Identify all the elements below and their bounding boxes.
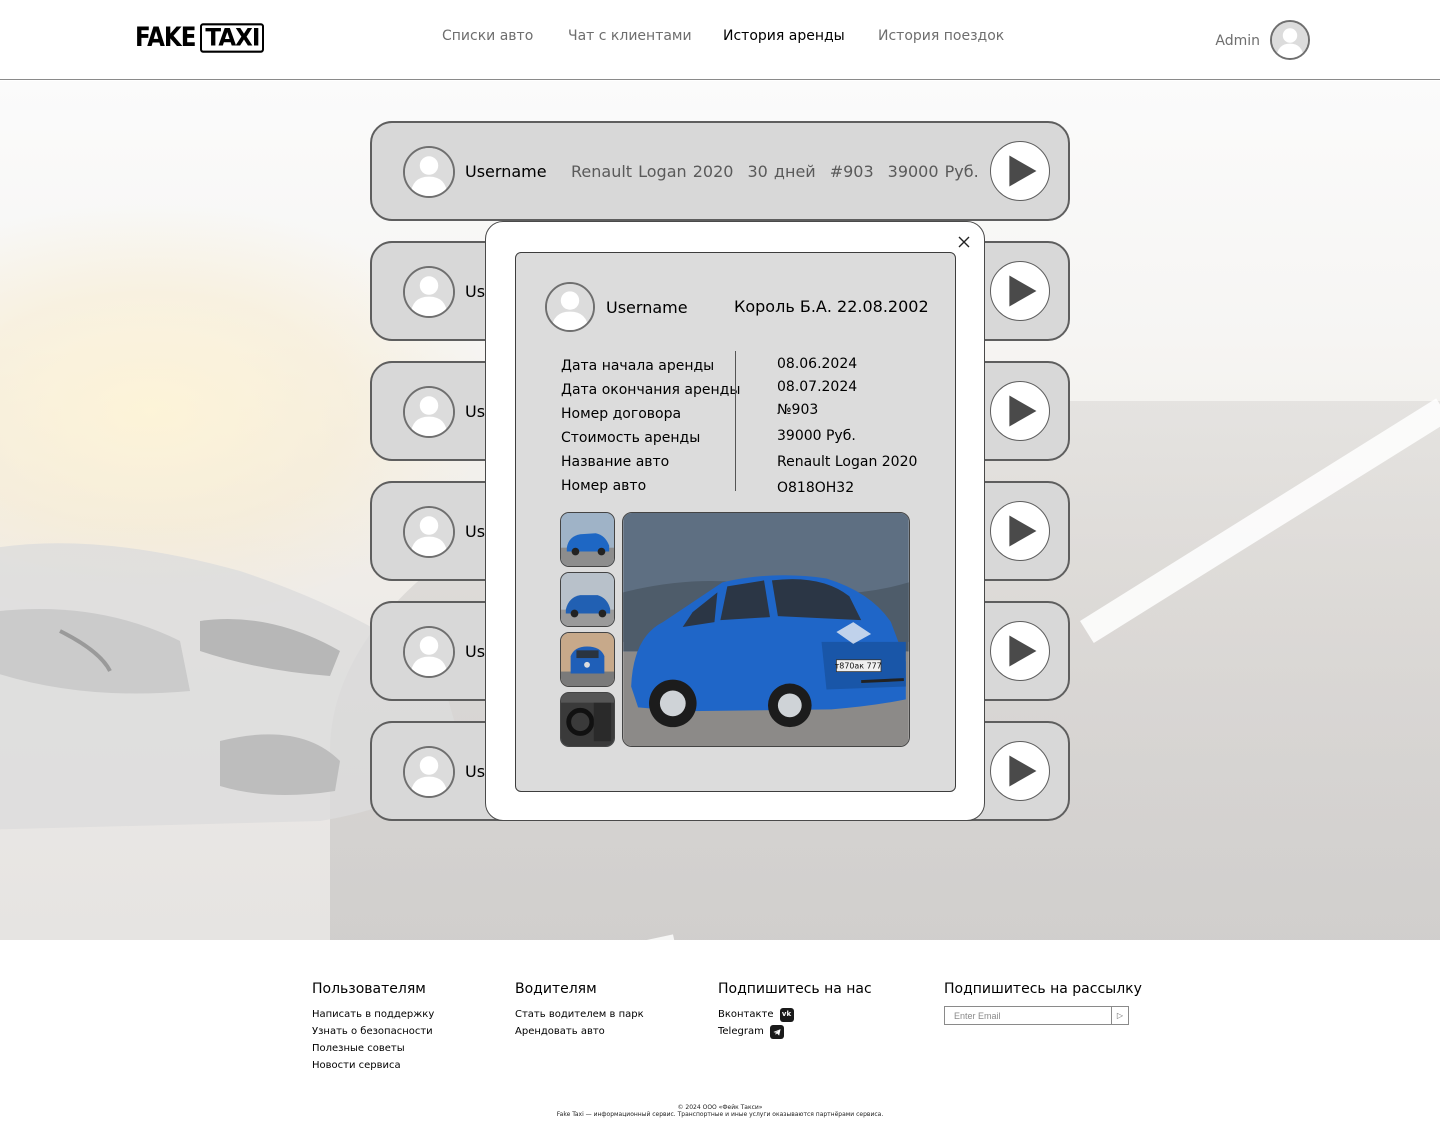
- footer-follow-title: Подпишитесь на нас: [718, 981, 872, 997]
- footer-newsletter-title: Подпишитесь на рассылку: [944, 981, 1142, 997]
- site-header: FAKE TAXI Списки авто Чат с клиентами Ис…: [0, 0, 1440, 80]
- value-rental-cost: 39000 Руб.: [777, 428, 856, 444]
- client-avatar-icon: [403, 146, 455, 198]
- nav-rental-history[interactable]: История аренды: [723, 28, 845, 44]
- row-duration: 30 дней: [747, 162, 816, 181]
- label-start-date: Дата начала аренды: [561, 358, 715, 374]
- details-labels: Дата начала аренды Дата окончания аренды…: [561, 354, 741, 498]
- label-contract-number: Номер договора: [561, 406, 682, 422]
- open-details-button[interactable]: [990, 381, 1050, 441]
- telegram-icon: [769, 1024, 784, 1039]
- footer-copyright: © 2024 ООО «Фейк Такси» Fake Taxi — инфо…: [0, 1104, 1440, 1118]
- car-thumbnail[interactable]: [560, 692, 615, 747]
- client-avatar-icon: [545, 282, 595, 332]
- row-summary: Renault Logan 2020 30 дней #903 39000 Руб.: [571, 162, 993, 181]
- site-footer: Пользователям Написать в поддержку Узнат…: [0, 940, 1440, 1131]
- details-values: 08.06.2024 08.07.2024 №903 39000 Руб. Re…: [777, 353, 947, 500]
- client-avatar-icon: [403, 386, 455, 438]
- footer-drivers-title: Водителям: [515, 981, 597, 997]
- footer-link-support[interactable]: Написать в поддержку: [312, 1006, 434, 1023]
- telegram-label: Telegram: [718, 1026, 764, 1037]
- row-username: Username: [465, 162, 547, 181]
- copyright-text: © 2024 ООО «Фейк Такси»: [677, 1104, 763, 1111]
- label-end-date: Дата окончания аренды: [561, 382, 741, 398]
- car-main-photo: т870ак 777: [622, 512, 910, 747]
- rental-row[interactable]: Username Renault Logan 2020 30 дней #903 39…: [370, 121, 1070, 221]
- footer-link-vk[interactable]: Вконтакте vk: [718, 1006, 872, 1023]
- footer-follow-column: Подпишитесь на нас Вконтакте vk Telegram: [718, 981, 872, 1040]
- client-avatar-icon: [403, 746, 455, 798]
- footer-link-safety[interactable]: Узнать о безопасности: [312, 1023, 434, 1040]
- footer-link-news[interactable]: Новости сервиса: [312, 1057, 434, 1074]
- label-rental-cost: Стоимость аренды: [561, 430, 701, 446]
- license-plate-text: т870ак 777: [835, 662, 882, 671]
- vk-icon: vk: [779, 1007, 794, 1022]
- email-input[interactable]: [944, 1006, 1111, 1025]
- send-icon[interactable]: ▷: [1111, 1006, 1129, 1025]
- row-car: Renault Logan 2020: [571, 162, 734, 181]
- row-contract: #903: [829, 162, 874, 181]
- play-icon: [1009, 515, 1037, 547]
- close-icon[interactable]: [956, 234, 972, 250]
- footer-users-column: Пользователям Написать в поддержку Узнат…: [312, 981, 434, 1074]
- open-details-button[interactable]: [990, 261, 1050, 321]
- play-icon: [1009, 155, 1037, 187]
- vk-label: Вконтакте: [718, 1009, 774, 1020]
- open-details-button[interactable]: [990, 501, 1050, 561]
- value-end-date: 08.07.2024: [777, 379, 858, 395]
- play-icon: [1009, 395, 1037, 427]
- open-details-button[interactable]: [990, 741, 1050, 801]
- value-contract-number: №903: [777, 402, 819, 418]
- open-details-button[interactable]: [990, 621, 1050, 681]
- play-icon: [1009, 755, 1037, 787]
- client-name-birthdate: Король Б.А. 22.08.2002: [734, 297, 929, 316]
- label-car-name: Название авто: [561, 454, 670, 470]
- client-avatar-icon: [403, 506, 455, 558]
- details-divider: [735, 351, 736, 491]
- disclaimer-text: Fake Taxi — информационный сервис. Транс…: [556, 1111, 884, 1118]
- footer-users-title: Пользователям: [312, 981, 426, 997]
- car-thumbnail[interactable]: [560, 572, 615, 627]
- value-car-name: Renault Logan 2020: [777, 454, 918, 470]
- open-details-button[interactable]: [990, 141, 1050, 201]
- label-car-plate: Номер авто: [561, 478, 647, 494]
- user-name: Admin: [1215, 33, 1260, 49]
- nav-trip-history[interactable]: История поездок: [878, 28, 1004, 44]
- footer-link-become-driver[interactable]: Стать водителем в парк: [515, 1006, 644, 1023]
- row-price: 39000 Руб.: [887, 162, 979, 181]
- newsletter-form: ▷: [944, 1006, 1142, 1025]
- play-icon: [1009, 635, 1037, 667]
- user-menu[interactable]: Admin: [1215, 20, 1310, 60]
- photo-thumbnails: [560, 512, 616, 752]
- footer-link-telegram[interactable]: Telegram: [718, 1023, 872, 1040]
- client-avatar-icon: [403, 266, 455, 318]
- play-icon: [1009, 275, 1037, 307]
- footer-newsletter-column: Подпишитесь на рассылку ▷: [944, 981, 1142, 1025]
- value-car-plate: О818ОН32: [777, 480, 855, 496]
- user-avatar-icon[interactable]: [1270, 20, 1310, 60]
- footer-link-rent-car[interactable]: Арендовать авто: [515, 1023, 644, 1040]
- footer-drivers-column: Водителям Стать водителем в парк Арендов…: [515, 981, 644, 1040]
- client-avatar-icon: [403, 626, 455, 678]
- car-thumbnail[interactable]: [560, 632, 615, 687]
- client-username: Username: [606, 298, 688, 317]
- rental-details-modal: Username Король Б.А. 22.08.2002 Дата нач…: [485, 221, 985, 821]
- nav-client-chat[interactable]: Чат с клиентами: [568, 28, 692, 44]
- rental-details-card: Username Король Б.А. 22.08.2002 Дата нач…: [515, 252, 956, 792]
- footer-link-tips[interactable]: Полезные советы: [312, 1040, 434, 1057]
- value-start-date: 08.06.2024: [777, 356, 858, 372]
- nav-car-lists[interactable]: Списки авто: [442, 28, 533, 44]
- car-thumbnail[interactable]: [560, 512, 615, 567]
